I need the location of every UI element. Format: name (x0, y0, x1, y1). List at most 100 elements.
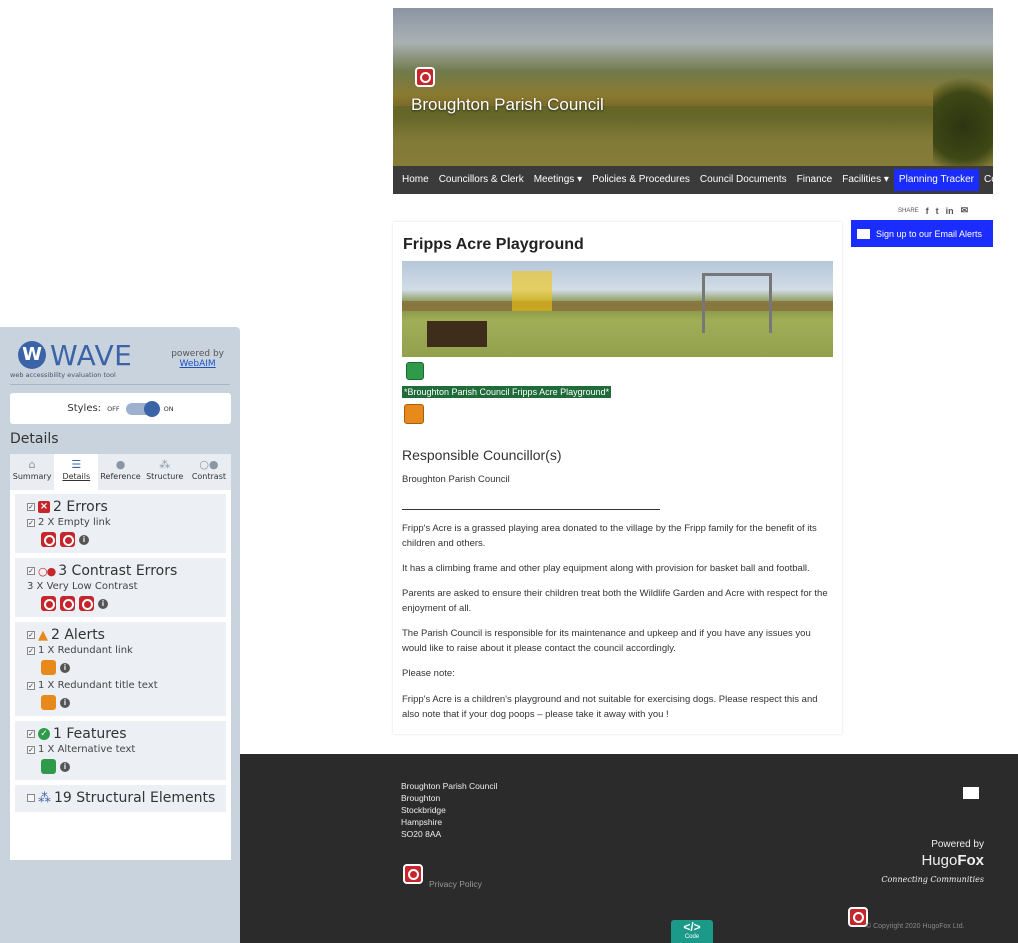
paragraph: It has a climbing frame and other play e… (402, 563, 810, 574)
empty-link-checkbox[interactable]: ✓ (27, 518, 35, 527)
redundant-link-checkbox[interactable]: ✓ (27, 646, 35, 655)
empty-link-icon[interactable] (41, 532, 56, 547)
wave-error-badge-icon[interactable] (415, 67, 435, 87)
privacy-policy-link[interactable]: Privacy Policy (429, 879, 482, 889)
nav-contact[interactable]: Contact (979, 169, 1018, 191)
footer-address: Broughton Parish Council Broughton Stock… (401, 780, 497, 840)
errors-checkbox[interactable]: ✓ (27, 503, 35, 511)
image-caption: *Broughton Parish Council Fripps Acre Pl… (402, 386, 612, 398)
photo-climbing-frame (512, 271, 552, 311)
hierarchy-icon: ⁂ (159, 458, 171, 471)
envelope-icon (857, 228, 870, 239)
linkedin-icon[interactable]: in (946, 206, 954, 216)
nav-facilities[interactable]: Facilities ▾ (837, 169, 894, 191)
info-icon: ● (115, 458, 126, 471)
info-icon[interactable]: i (60, 697, 70, 708)
hero-fields (393, 106, 993, 166)
contrast-error-icon[interactable] (41, 596, 56, 611)
hugo-text: Hugo (921, 852, 958, 869)
contrast-error-icon: ○● (38, 564, 56, 578)
footer-email-icon[interactable] (963, 787, 979, 799)
photo-picnic-table (427, 321, 487, 347)
powered-by: powered by WebAIM (171, 349, 224, 369)
wave-error-badge-icon[interactable] (403, 864, 423, 884)
errors-section: ✓ × 2 Errors ✓ 2 X Empty link i (15, 494, 226, 553)
nav-finance[interactable]: Finance (792, 169, 838, 191)
info-icon[interactable]: i (79, 534, 89, 545)
contrast-title: 3 Contrast Errors (58, 563, 178, 579)
contrast-section: ✓ ○● 3 Contrast Errors 3 X Very Low Cont… (15, 558, 226, 617)
code-label: Code (684, 934, 700, 940)
empty-link-icon[interactable] (60, 532, 75, 547)
contrast-error-icon[interactable] (79, 596, 94, 611)
info-icon[interactable]: i (60, 761, 70, 772)
facebook-icon[interactable]: f (926, 206, 929, 216)
wave-sidebar: W WAVE web accessibility evaluation tool… (0, 327, 240, 943)
twitter-icon[interactable]: t (936, 206, 939, 216)
redundant-title-icon[interactable] (41, 695, 56, 710)
playground-photo (402, 261, 833, 357)
email-alerts-label: Sign up to our Email Alerts (876, 228, 983, 239)
address-line: SO20 8AA (401, 829, 442, 839)
alt-text-checkbox[interactable]: ✓ (27, 745, 35, 754)
email-icon[interactable]: ✉ (961, 205, 969, 216)
tab-contrast[interactable]: ○● Contrast (187, 454, 231, 490)
nav-meetings[interactable]: Meetings ▾ (529, 169, 587, 191)
contrast-error-icon[interactable] (60, 596, 75, 611)
fox-text: Fox (957, 852, 984, 869)
error-icon: × (38, 501, 50, 513)
styles-toggle[interactable] (125, 400, 160, 417)
nav-policies[interactable]: Policies & Procedures (587, 169, 695, 191)
redundant-title-badge-icon[interactable] (404, 404, 424, 424)
tab-reference-label: Reference (100, 472, 141, 481)
contrast-icon: ○● (199, 458, 219, 471)
wave-tabs: ⌂ Summary ☰ Details ● Reference ⁂ Struct… (10, 454, 231, 490)
webaim-link[interactable]: WebAIM (171, 359, 224, 369)
tab-structure[interactable]: ⁂ Structure (143, 454, 187, 490)
hero-banner-image (393, 8, 993, 166)
contrast-checkbox[interactable]: ✓ (27, 567, 35, 575)
details-heading: Details (10, 431, 59, 447)
wave-error-badge-icon[interactable] (848, 907, 868, 927)
page-title: Fripps Acre Playground (403, 236, 584, 253)
address-line: Hampshire (401, 817, 443, 827)
nav-councillors[interactable]: Councillors & Clerk (434, 169, 529, 191)
info-icon[interactable]: i (98, 598, 108, 609)
redundant-title-checkbox[interactable]: ✓ (27, 681, 35, 690)
share-bar: SHARE f t in ✉ (898, 205, 968, 216)
nav-planning-tracker[interactable]: Planning Tracker (893, 169, 979, 191)
responsible-heading: Responsible Councillor(s) (402, 447, 562, 463)
alerts-checkbox[interactable]: ✓ (27, 631, 35, 639)
structure-checkbox[interactable] (27, 794, 35, 802)
tab-summary[interactable]: ⌂ Summary (10, 454, 54, 490)
structure-title: 19 Structural Elements (54, 790, 216, 806)
alt-text-badge-icon[interactable] (406, 362, 424, 380)
powered-by-label: powered by (171, 349, 224, 359)
info-icon[interactable]: i (60, 662, 70, 673)
redundant-title-label: 1 X Redundant title text (38, 680, 158, 691)
nav-council-documents[interactable]: Council Documents (695, 169, 792, 191)
alt-text-icon[interactable] (41, 759, 56, 774)
address-line: Stockbridge (401, 805, 446, 815)
site-title[interactable]: Broughton Parish Council (411, 95, 604, 115)
redundant-link-icon[interactable] (41, 660, 56, 675)
code-button[interactable]: </> Code (671, 920, 713, 943)
paragraph: Fripp's Acre is a grassed playing area d… (402, 523, 817, 549)
nav-home[interactable]: Home (397, 169, 434, 191)
tab-reference[interactable]: ● Reference (98, 454, 142, 490)
site-footer: Broughton Parish Council Broughton Stock… (240, 754, 1018, 943)
very-low-contrast-label: 3 X Very Low Contrast (27, 581, 138, 592)
paragraph: Fripp's Acre is a children's playground … (402, 694, 818, 720)
wave-tagline: web accessibility evaluation tool (10, 371, 116, 379)
paragraph: Please note: (402, 668, 455, 679)
hugofox-tagline: Connecting Communities (881, 875, 984, 884)
structure-section: ⁂ 19 Structural Elements (15, 785, 226, 812)
responsible-text: Broughton Parish Council (402, 474, 510, 485)
features-checkbox[interactable]: ✓ (27, 730, 35, 738)
email-alerts-button[interactable]: Sign up to our Email Alerts (851, 220, 993, 247)
check-icon: ✓ (38, 728, 50, 740)
tab-contrast-label: Contrast (191, 472, 226, 481)
powered-by-hugofox[interactable]: Powered by HugoFox Connecting Communitie… (881, 839, 984, 884)
styles-off-label: OFF (107, 404, 120, 413)
tab-details[interactable]: ☰ Details (54, 454, 99, 490)
